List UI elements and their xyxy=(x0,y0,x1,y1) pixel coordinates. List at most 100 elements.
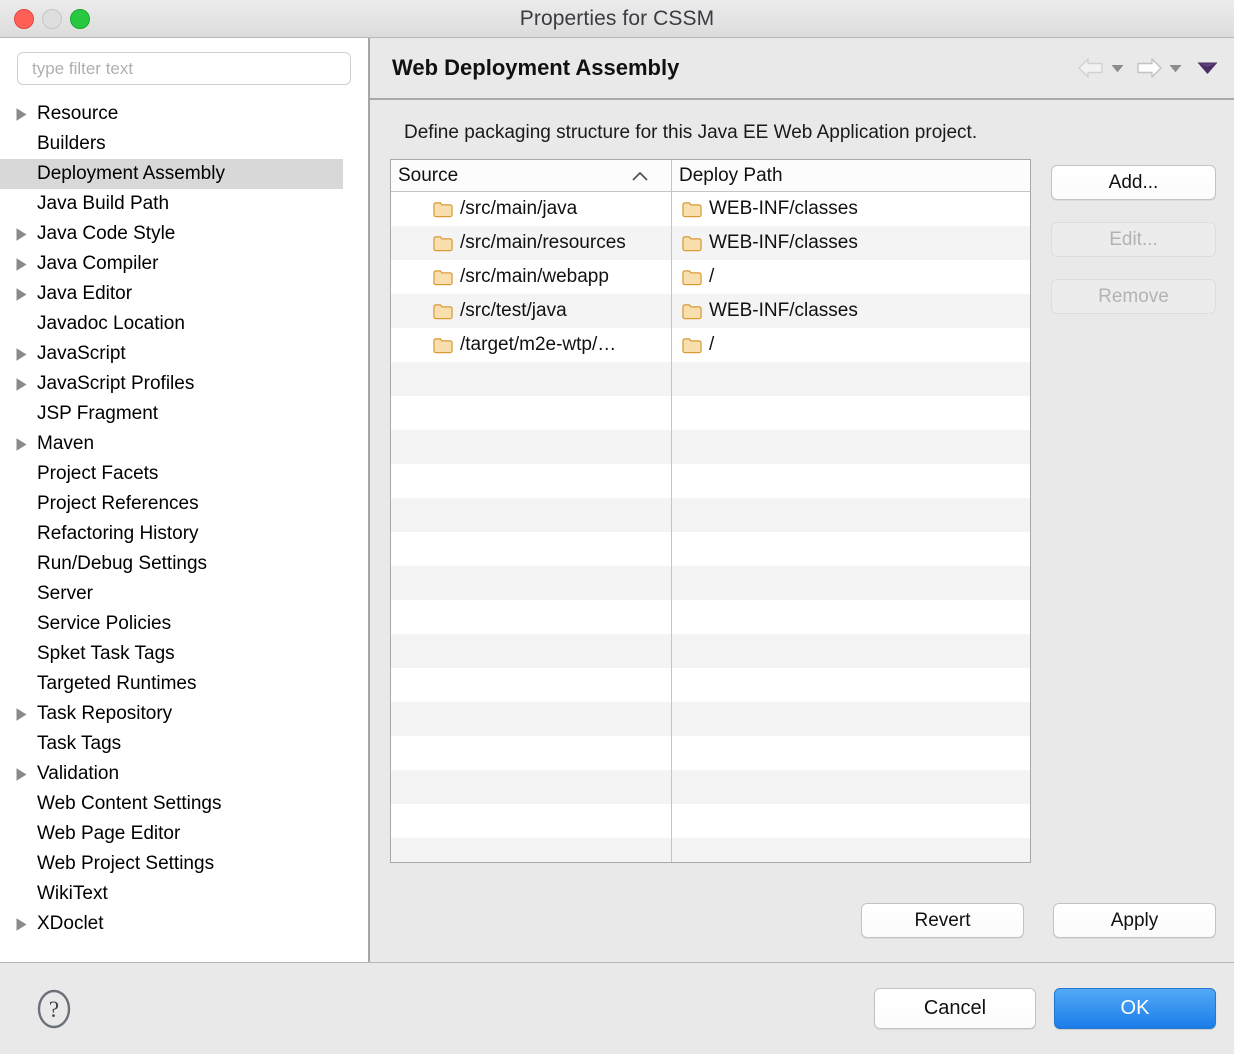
apply-button[interactable]: Apply xyxy=(1053,903,1216,938)
table-row[interactable]: /src/main/webapp / xyxy=(391,260,1030,294)
cell-source-text: /src/test/java xyxy=(460,300,567,321)
sidebar-item-label: Web Content Settings xyxy=(37,793,222,814)
sidebar-item-java-compiler[interactable]: Java Compiler xyxy=(0,249,343,279)
expand-triangle-icon[interactable] xyxy=(15,377,35,392)
sidebar-item-label: Resource xyxy=(37,103,119,124)
expand-triangle-icon[interactable] xyxy=(15,347,35,362)
sidebar-item-label: JSP Fragment xyxy=(37,403,159,424)
zoom-button[interactable] xyxy=(70,8,90,29)
revert-button[interactable]: Revert xyxy=(861,903,1024,938)
cell-source xyxy=(391,838,672,862)
table-row[interactable]: /src/main/resources WEB-INF/classes xyxy=(391,226,1030,260)
table-row-empty xyxy=(391,838,1030,862)
sidebar-item-targeted-runtimes[interactable]: Targeted Runtimes xyxy=(0,669,343,699)
sidebar-item-builders[interactable]: Builders xyxy=(0,129,343,159)
cell-deploy-path xyxy=(672,498,1030,532)
sidebar-item-javadoc-location[interactable]: Javadoc Location xyxy=(0,309,343,339)
cell-source xyxy=(391,464,672,498)
sidebar-item-label: Validation xyxy=(37,763,120,784)
sidebar-item-project-facets[interactable]: Project Facets xyxy=(0,459,343,489)
expand-triangle-icon[interactable] xyxy=(15,917,35,932)
table-row-empty xyxy=(391,736,1030,770)
sidebar-item-web-page-editor[interactable]: Web Page Editor xyxy=(0,819,343,849)
navigation-tools xyxy=(1073,54,1218,82)
sidebar-item-server[interactable]: Server xyxy=(0,579,343,609)
close-button[interactable] xyxy=(14,8,34,29)
column-header-deploy-path-label: Deploy Path xyxy=(679,164,783,186)
sidebar-item-java-build-path[interactable]: Java Build Path xyxy=(0,189,343,219)
sidebar-item-deployment-assembly[interactable]: Deployment Assembly xyxy=(0,159,343,189)
sidebar-item-label: Deployment Assembly xyxy=(37,163,225,184)
folder-icon xyxy=(433,235,453,251)
sidebar-item-jsp-fragment[interactable]: JSP Fragment xyxy=(0,399,343,429)
cell-source: /src/main/webapp xyxy=(391,260,672,294)
expand-triangle-icon[interactable] xyxy=(15,767,35,782)
expand-triangle-icon[interactable] xyxy=(15,107,35,122)
cell-deploy-path-text: WEB-INF/classes xyxy=(709,198,858,219)
sidebar-item-java-editor[interactable]: Java Editor xyxy=(0,279,343,309)
sidebar-item-java-code-style[interactable]: Java Code Style xyxy=(0,219,343,249)
sidebar-item-web-project-settings[interactable]: Web Project Settings xyxy=(0,849,343,879)
sidebar-item-task-tags[interactable]: Task Tags xyxy=(0,729,343,759)
cell-deploy-path xyxy=(672,804,1030,838)
sidebar-item-label: Java Editor xyxy=(37,283,133,304)
remove-button[interactable]: Remove xyxy=(1051,279,1216,314)
table-row-empty xyxy=(391,668,1030,702)
settings-content: Web Deployment Assembly Define packaging… xyxy=(370,38,1234,962)
filter-input[interactable] xyxy=(17,52,351,85)
minimize-button[interactable] xyxy=(42,8,62,29)
caret-down-icon[interactable] xyxy=(1197,61,1218,75)
assembly-table[interactable]: Source Deploy Path /src/main/java WEB-INF… xyxy=(390,159,1031,863)
cell-deploy-path xyxy=(672,736,1030,770)
sidebar-item-javascript-profiles[interactable]: JavaScript Profiles xyxy=(0,369,343,399)
sidebar-item-resource[interactable]: Resource xyxy=(0,99,343,129)
sidebar-item-javascript[interactable]: JavaScript xyxy=(0,339,343,369)
column-header-source[interactable]: Source xyxy=(391,160,672,191)
forward-nav-group[interactable] xyxy=(1131,54,1185,82)
cell-deploy-path xyxy=(672,464,1030,498)
column-header-deploy-path[interactable]: Deploy Path xyxy=(672,160,1030,191)
sidebar-item-spket-task-tags[interactable]: Spket Task Tags xyxy=(0,639,343,669)
svg-text:?: ? xyxy=(49,997,59,1022)
add-button[interactable]: Add... xyxy=(1051,165,1216,200)
back-arrow-icon[interactable] xyxy=(1076,56,1106,80)
sidebar-item-refactoring-history[interactable]: Refactoring History xyxy=(0,519,343,549)
chevron-down-icon[interactable] xyxy=(1111,64,1124,73)
sidebar-item-label: Run/Debug Settings xyxy=(37,553,208,574)
cell-deploy-path xyxy=(672,600,1030,634)
cell-source xyxy=(391,668,672,702)
sidebar-item-web-content-settings[interactable]: Web Content Settings xyxy=(0,789,343,819)
edit-button[interactable]: Edit... xyxy=(1051,222,1216,257)
sidebar-item-run-debug-settings[interactable]: Run/Debug Settings xyxy=(0,549,343,579)
sidebar-item-label: Project Facets xyxy=(37,463,159,484)
cell-source xyxy=(391,430,672,464)
back-nav-group[interactable] xyxy=(1073,54,1127,82)
table-row[interactable]: /src/main/java WEB-INF/classes xyxy=(391,192,1030,226)
cell-deploy-path: WEB-INF/classes xyxy=(672,294,1030,328)
expand-triangle-icon[interactable] xyxy=(15,257,35,272)
table-row-empty xyxy=(391,396,1030,430)
table-row[interactable]: /src/test/java WEB-INF/classes xyxy=(391,294,1030,328)
sidebar-item-validation[interactable]: Validation xyxy=(0,759,343,789)
sidebar-item-label: Project References xyxy=(37,493,199,514)
expand-triangle-icon[interactable] xyxy=(15,707,35,722)
sidebar-item-service-policies[interactable]: Service Policies xyxy=(0,609,343,639)
cancel-button[interactable]: Cancel xyxy=(874,988,1036,1029)
forward-arrow-icon[interactable] xyxy=(1134,56,1164,80)
sidebar-item-maven[interactable]: Maven xyxy=(0,429,343,459)
sidebar-item-task-repository[interactable]: Task Repository xyxy=(0,699,343,729)
chevron-down-icon[interactable] xyxy=(1169,64,1182,73)
sidebar-item-wikitext[interactable]: WikiText xyxy=(0,879,343,909)
sidebar-item-project-references[interactable]: Project References xyxy=(0,489,343,519)
sidebar-item-label: Task Tags xyxy=(37,733,122,754)
sidebar-item-xdoclet[interactable]: XDoclet xyxy=(0,909,343,939)
expand-triangle-icon[interactable] xyxy=(15,287,35,302)
ok-button[interactable]: OK xyxy=(1054,988,1216,1029)
table-row[interactable]: /target/m2e-wtp/… / xyxy=(391,328,1030,362)
expand-triangle-icon[interactable] xyxy=(15,437,35,452)
cell-source xyxy=(391,770,672,804)
help-question-icon[interactable]: ? xyxy=(33,988,75,1030)
cell-deploy-path xyxy=(672,668,1030,702)
expand-triangle-icon[interactable] xyxy=(15,227,35,242)
settings-tree: Resource Builders Deployment Assembly Java … xyxy=(0,97,368,962)
